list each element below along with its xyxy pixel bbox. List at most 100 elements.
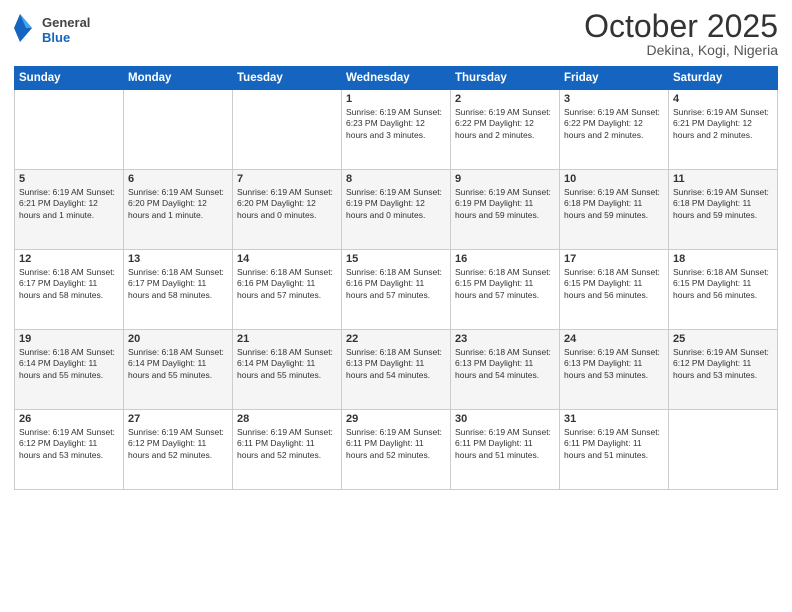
day-number: 28 (237, 413, 337, 425)
table-row: 17 Sunrise: 6:18 AM Sunset: 6:15 PM Dayli… (560, 250, 669, 330)
table-row: 28 Sunrise: 6:19 AM Sunset: 6:11 PM Dayli… (233, 410, 342, 490)
day-number: 21 (237, 333, 337, 345)
day-info: Sunrise: 6:18 AM Sunset: 6:14 PM Dayligh… (128, 347, 228, 381)
table-row: 10 Sunrise: 6:19 AM Sunset: 6:18 PM Dayli… (560, 170, 669, 250)
month-title: October 2025 (584, 10, 778, 42)
day-info: Sunrise: 6:19 AM Sunset: 6:19 PM Dayligh… (455, 187, 555, 221)
day-number: 26 (19, 413, 119, 425)
table-row: 22 Sunrise: 6:18 AM Sunset: 6:13 PM Dayli… (342, 330, 451, 410)
day-number: 8 (346, 173, 446, 185)
table-row: 14Sunrise: 6:18 AM Sunset: 6:16 PM Dayli… (233, 250, 342, 330)
calendar-week-row: 12 Sunrise: 6:18 AM Sunset: 6:17 PM Dayli… (15, 250, 778, 330)
calendar-body: 1Sunrise: 6:19 AM Sunset: 6:23 PM Daylig… (15, 90, 778, 490)
page-container: General Blue October 2025 Dekina, Kogi, … (0, 0, 792, 498)
svg-text:Blue: Blue (42, 30, 70, 45)
day-info: Sunrise: 6:18 AM Sunset: 6:15 PM Dayligh… (455, 267, 555, 301)
calendar-table: Sunday Monday Tuesday Wednesday Thursday… (14, 66, 778, 490)
day-info: Sunrise: 6:19 AM Sunset: 6:21 PM Dayligh… (19, 187, 119, 221)
table-row: 27 Sunrise: 6:19 AM Sunset: 6:12 PM Dayli… (124, 410, 233, 490)
location-subtitle: Dekina, Kogi, Nigeria (584, 42, 778, 58)
day-info: Sunrise: 6:18 AM Sunset: 6:14 PM Dayligh… (19, 347, 119, 381)
day-number: 25 (673, 333, 773, 345)
day-info: Sunrise: 6:19 AM Sunset: 6:11 PM Dayligh… (455, 427, 555, 461)
day-number: 27 (128, 413, 228, 425)
table-row: 15 Sunrise: 6:18 AM Sunset: 6:16 PM Dayli… (342, 250, 451, 330)
day-number: 13 (128, 253, 228, 265)
day-info: Sunrise: 6:19 AM Sunset: 6:22 PM Dayligh… (564, 107, 664, 141)
table-row: 26Sunrise: 6:19 AM Sunset: 6:12 PM Dayli… (15, 410, 124, 490)
col-tuesday: Tuesday (233, 67, 342, 90)
calendar-week-row: 19 Sunrise: 6:18 AM Sunset: 6:14 PM Dayli… (15, 330, 778, 410)
day-info: Sunrise: 6:19 AM Sunset: 6:19 PM Dayligh… (346, 187, 446, 221)
day-number: 19 (19, 333, 119, 345)
table-row: 30 Sunrise: 6:19 AM Sunset: 6:11 PM Dayli… (451, 410, 560, 490)
day-info: Sunrise: 6:18 AM Sunset: 6:16 PM Dayligh… (237, 267, 337, 301)
calendar-week-row: 1Sunrise: 6:19 AM Sunset: 6:23 PM Daylig… (15, 90, 778, 170)
day-info: Sunrise: 6:18 AM Sunset: 6:13 PM Dayligh… (455, 347, 555, 381)
day-info: Sunrise: 6:19 AM Sunset: 6:11 PM Dayligh… (346, 427, 446, 461)
day-number: 7 (237, 173, 337, 185)
day-number: 3 (564, 93, 664, 105)
day-info: Sunrise: 6:18 AM Sunset: 6:15 PM Dayligh… (673, 267, 773, 301)
title-block: October 2025 Dekina, Kogi, Nigeria (584, 10, 778, 58)
day-number: 5 (19, 173, 119, 185)
table-row: 2Sunrise: 6:19 AM Sunset: 6:22 PM Daylig… (451, 90, 560, 170)
day-info: Sunrise: 6:18 AM Sunset: 6:13 PM Dayligh… (346, 347, 446, 381)
day-number: 29 (346, 413, 446, 425)
table-row: 12Sunrise: 6:18 AM Sunset: 6:17 PM Dayli… (15, 250, 124, 330)
col-saturday: Saturday (669, 67, 778, 90)
day-number: 16 (455, 253, 555, 265)
day-number: 24 (564, 333, 664, 345)
table-row: 4 Sunrise: 6:19 AM Sunset: 6:21 PM Daylig… (669, 90, 778, 170)
day-number: 4 (673, 93, 773, 105)
table-row: 23Sunrise: 6:18 AM Sunset: 6:13 PM Dayli… (451, 330, 560, 410)
day-info: Sunrise: 6:19 AM Sunset: 6:11 PM Dayligh… (237, 427, 337, 461)
table-row (669, 410, 778, 490)
day-info: Sunrise: 6:19 AM Sunset: 6:11 PM Dayligh… (564, 427, 664, 461)
calendar-week-row: 26 Sunrise: 6:19 AM Sunset: 6:12 PM Dayli… (15, 410, 778, 490)
calendar-header-row: Sunday Monday Tuesday Wednesday Thursday… (15, 67, 778, 90)
day-number: 31 (564, 413, 664, 425)
day-info: Sunrise: 6:19 AM Sunset: 6:22 PM Dayligh… (455, 107, 555, 141)
table-row: 19 Sunrise: 6:18 AM Sunset: 6:14 PM Dayli… (15, 330, 124, 410)
table-row: 5 Sunrise: 6:19 AM Sunset: 6:21 PM Daylig… (15, 170, 124, 250)
calendar-week-row: 5 Sunrise: 6:19 AM Sunset: 6:21 PM Daylig… (15, 170, 778, 250)
table-row: 20 Sunrise: 6:18 AM Sunset: 6:14 PM Dayli… (124, 330, 233, 410)
day-number: 12 (19, 253, 119, 265)
day-number: 10 (564, 173, 664, 185)
table-row: 29 Sunrise: 6:19 AM Sunset: 6:11 PM Dayli… (342, 410, 451, 490)
day-number: 9 (455, 173, 555, 185)
table-row: 25 Sunrise: 6:19 AM Sunset: 6:12 PM Dayli… (669, 330, 778, 410)
table-row: 3 Sunrise: 6:19 AM Sunset: 6:22 PM Daylig… (560, 90, 669, 170)
day-info: Sunrise: 6:18 AM Sunset: 6:17 PM Dayligh… (128, 267, 228, 301)
day-info: Sunrise: 6:19 AM Sunset: 6:18 PM Dayligh… (673, 187, 773, 221)
day-number: 11 (673, 173, 773, 185)
page-header: General Blue October 2025 Dekina, Kogi, … (14, 10, 778, 58)
table-row (124, 90, 233, 170)
day-info: Sunrise: 6:18 AM Sunset: 6:16 PM Dayligh… (346, 267, 446, 301)
table-row: 1Sunrise: 6:19 AM Sunset: 6:23 PM Daylig… (342, 90, 451, 170)
day-number: 30 (455, 413, 555, 425)
table-row: 6 Sunrise: 6:19 AM Sunset: 6:20 PM Daylig… (124, 170, 233, 250)
day-info: Sunrise: 6:19 AM Sunset: 6:21 PM Dayligh… (673, 107, 773, 141)
col-sunday: Sunday (15, 67, 124, 90)
day-info: Sunrise: 6:19 AM Sunset: 6:12 PM Dayligh… (673, 347, 773, 381)
table-row: 13 Sunrise: 6:18 AM Sunset: 6:17 PM Dayli… (124, 250, 233, 330)
col-monday: Monday (124, 67, 233, 90)
logo-svg: General Blue (14, 10, 94, 50)
table-row: 8 Sunrise: 6:19 AM Sunset: 6:19 PM Daylig… (342, 170, 451, 250)
day-info: Sunrise: 6:19 AM Sunset: 6:12 PM Dayligh… (128, 427, 228, 461)
day-number: 22 (346, 333, 446, 345)
day-info: Sunrise: 6:19 AM Sunset: 6:20 PM Dayligh… (237, 187, 337, 221)
day-number: 18 (673, 253, 773, 265)
day-info: Sunrise: 6:19 AM Sunset: 6:20 PM Dayligh… (128, 187, 228, 221)
day-info: Sunrise: 6:18 AM Sunset: 6:15 PM Dayligh… (564, 267, 664, 301)
day-number: 15 (346, 253, 446, 265)
day-number: 17 (564, 253, 664, 265)
day-info: Sunrise: 6:19 AM Sunset: 6:18 PM Dayligh… (564, 187, 664, 221)
day-number: 20 (128, 333, 228, 345)
day-number: 6 (128, 173, 228, 185)
day-info: Sunrise: 6:19 AM Sunset: 6:23 PM Dayligh… (346, 107, 446, 141)
table-row: 18 Sunrise: 6:18 AM Sunset: 6:15 PM Dayli… (669, 250, 778, 330)
table-row (233, 90, 342, 170)
